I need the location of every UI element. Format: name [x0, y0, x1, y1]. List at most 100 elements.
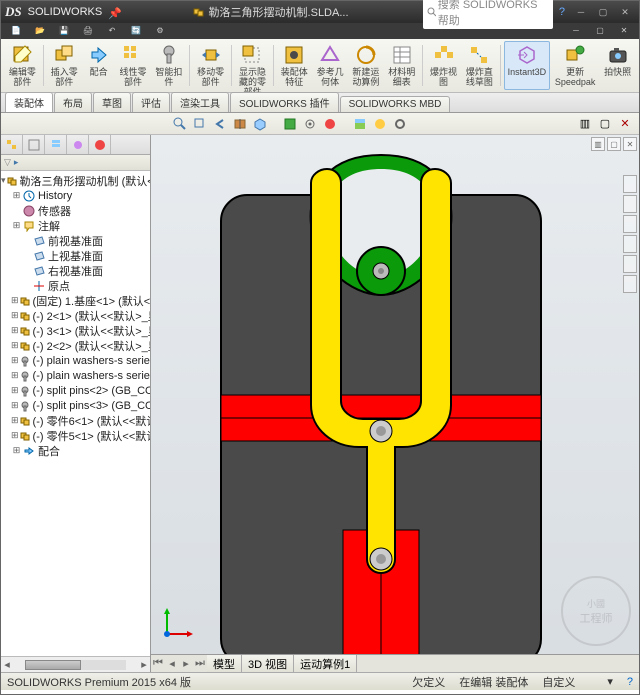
- ribbon-snapshot[interactable]: 拍快照: [600, 41, 635, 90]
- display-tab[interactable]: [89, 135, 111, 154]
- doc-min-icon[interactable]: ─: [565, 23, 587, 37]
- display-style-icon[interactable]: [282, 116, 298, 132]
- mate-icon: [88, 44, 110, 66]
- speedpak-icon: [564, 44, 586, 66]
- tree-item[interactable]: ⊞(-) 2<2> (默认<<默认>_显示: [1, 338, 150, 353]
- tree-item[interactable]: 右视基准面: [1, 263, 150, 278]
- doc-max-icon[interactable]: ▢: [589, 23, 611, 37]
- tree-item[interactable]: ⊞配合: [1, 443, 150, 458]
- ribbon-new-motion[interactable]: 新建运 动算例: [349, 41, 384, 90]
- scene-icon[interactable]: [352, 116, 368, 132]
- ribbon-speedpak[interactable]: 更新 Speedpak: [551, 41, 599, 90]
- doc-close2-icon[interactable]: ✕: [617, 116, 633, 132]
- ribbon-explode[interactable]: 爆炸视 图: [426, 41, 461, 90]
- ribbon: 编辑零 部件插入零 部件配合线性零 部件智能扣 件移动零 部件显示隐 藏的零 部…: [1, 39, 639, 93]
- tree-item[interactable]: ⊞(-) plain washers-s series-g: [1, 353, 150, 368]
- status-arrow-icon[interactable]: ▾: [607, 675, 613, 688]
- close-button[interactable]: ✕: [615, 5, 635, 19]
- view-orient-icon[interactable]: [252, 116, 268, 132]
- new-icon[interactable]: 📄: [5, 23, 27, 37]
- tree-item[interactable]: ⊞注解: [1, 218, 150, 233]
- maximize-button[interactable]: ▢: [593, 5, 613, 19]
- zoom-fit-icon[interactable]: [172, 116, 188, 132]
- btab-0[interactable]: 模型: [207, 655, 242, 673]
- print-icon[interactable]: 🖨: [77, 23, 99, 37]
- btab-2[interactable]: 运动算例1: [294, 655, 357, 673]
- tree-item[interactable]: ⊞(-) split pins<3> (GB_CON: [1, 398, 150, 413]
- 3d-viewport[interactable]: ▥ ▢ ✕: [151, 135, 639, 672]
- appearance-icon[interactable]: [322, 116, 338, 132]
- minimize-button[interactable]: ─: [571, 5, 591, 19]
- view-triad[interactable]: [159, 606, 195, 642]
- ribbon-mate[interactable]: 配合: [83, 41, 115, 90]
- feature-tree[interactable]: ▾勒洛三角形摆动机制 (默认<默⊞History传感器⊞注解前视基准面上视基准面…: [1, 171, 150, 656]
- prev-view-icon[interactable]: [212, 116, 228, 132]
- btab-prev-icon[interactable]: ◂: [165, 657, 179, 670]
- tree-item[interactable]: ⊞(-) plain washers-s series-g: [1, 368, 150, 383]
- ribbon-label: Instant3D: [508, 67, 547, 77]
- config-tab[interactable]: [45, 135, 67, 154]
- feature-tab[interactable]: [1, 135, 23, 154]
- status-help-icon[interactable]: ?: [627, 676, 633, 688]
- ribbon-expl-line[interactable]: 爆炸直 线草图: [462, 41, 497, 90]
- tab-4[interactable]: 渲染工具: [171, 92, 229, 112]
- cascade-icon[interactable]: ▢: [597, 116, 613, 132]
- tree-item[interactable]: ⊞(-) 2<1> (默认<<默认>_显示: [1, 308, 150, 323]
- tree-expand-icon[interactable]: ▸: [14, 157, 19, 168]
- ribbon-smart-fast[interactable]: 智能扣 件: [151, 41, 186, 90]
- ribbon-instant3d[interactable]: Instant3D: [504, 41, 550, 90]
- tab-2[interactable]: 草图: [93, 92, 131, 112]
- ribbon-show-hid[interactable]: 显示隐 藏的零 部件: [235, 41, 270, 90]
- tree-filter-icon[interactable]: ▽: [4, 157, 11, 168]
- dimxpert-tab[interactable]: [67, 135, 89, 154]
- btab-next-icon[interactable]: ▸: [179, 657, 193, 670]
- tree-root[interactable]: ▾勒洛三角形摆动机制 (默认<默: [1, 173, 150, 188]
- tree-item[interactable]: ⊞(-) 3<1> (默认<<默认>_显示: [1, 323, 150, 338]
- tree-item[interactable]: 传感器: [1, 203, 150, 218]
- btab-first-icon[interactable]: ⏮: [151, 657, 165, 670]
- property-tab[interactable]: [23, 135, 45, 154]
- help-icon[interactable]: ?: [559, 6, 565, 18]
- rebuild-icon[interactable]: 🔄: [125, 23, 147, 37]
- section-icon[interactable]: [232, 116, 248, 132]
- tab-6[interactable]: SOLIDWORKS MBD: [340, 96, 451, 112]
- settings-icon[interactable]: [392, 116, 408, 132]
- tree-item[interactable]: ⊞(固定) 1.基座<1> (默认<<默: [1, 293, 150, 308]
- tile-icon[interactable]: ▥: [577, 116, 593, 132]
- save-icon[interactable]: 💾: [53, 23, 75, 37]
- ribbon-label: 插入零 部件: [51, 67, 78, 87]
- btab-1[interactable]: 3D 视图: [242, 655, 294, 673]
- ribbon-asm-feat[interactable]: 装配体 特征: [277, 41, 312, 90]
- undo-icon[interactable]: ↶: [101, 23, 123, 37]
- tree-prt-icon: [19, 430, 31, 442]
- tree-item[interactable]: ⊞(-) 零件5<1> (默认<<默认>: [1, 428, 150, 443]
- tree-item[interactable]: ⊞(-) split pins<2> (GB_CON: [1, 383, 150, 398]
- ribbon-ref-geom[interactable]: 参考几 何体: [313, 41, 348, 90]
- tree-root-label: 勒洛三角形摆动机制 (默认<默: [20, 173, 150, 188]
- ribbon-edit-comp[interactable]: 编辑零 部件: [5, 41, 40, 90]
- options-icon[interactable]: ⚙: [149, 23, 171, 37]
- zoom-area-icon[interactable]: [192, 116, 208, 132]
- doc-close-icon[interactable]: ✕: [613, 23, 635, 37]
- render-icon[interactable]: [372, 116, 388, 132]
- ribbon-move-comp[interactable]: 移动零 部件: [193, 41, 228, 90]
- tree-item[interactable]: 原点: [1, 278, 150, 293]
- ribbon-bom[interactable]: 材料明 细表: [384, 41, 419, 90]
- tree-item[interactable]: ⊞History: [1, 188, 150, 203]
- btab-last-icon[interactable]: ⏭: [193, 657, 207, 670]
- tab-0[interactable]: 装配体: [5, 92, 53, 112]
- ribbon-insert-comp[interactable]: 插入零 部件: [47, 41, 82, 90]
- tab-5[interactable]: SOLIDWORKS 插件: [230, 92, 339, 112]
- tree-hscroll[interactable]: ◂ ▸: [1, 656, 150, 672]
- scroll-thumb[interactable]: [25, 660, 81, 670]
- ribbon-linear-pat[interactable]: 线性零 部件: [116, 41, 151, 90]
- tree-item[interactable]: ⊞(-) 零件6<1> (默认<<默认>: [1, 413, 150, 428]
- tree-item[interactable]: 上视基准面: [1, 248, 150, 263]
- tab-1[interactable]: 布局: [54, 92, 92, 112]
- tree-item-label: (-) plain washers-s series-g: [33, 370, 150, 382]
- tab-3[interactable]: 评估: [132, 92, 170, 112]
- open-icon[interactable]: 📂: [29, 23, 51, 37]
- hide-show-icon[interactable]: [302, 116, 318, 132]
- pin-icon[interactable]: 📌: [108, 7, 118, 17]
- tree-item[interactable]: 前视基准面: [1, 233, 150, 248]
